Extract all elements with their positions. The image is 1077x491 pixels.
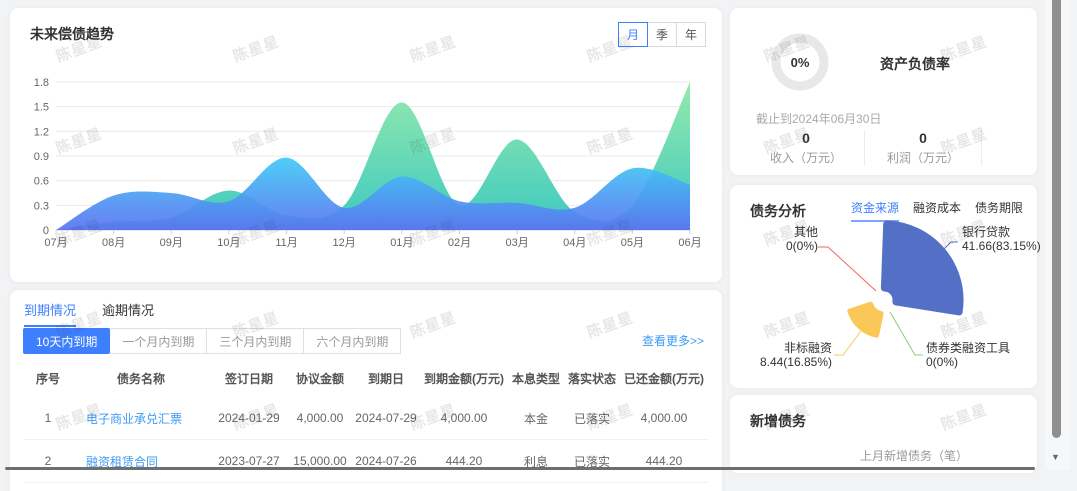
svg-text:02月: 02月 xyxy=(448,237,471,249)
svg-text:1.5: 1.5 xyxy=(34,102,49,114)
svg-text:12月: 12月 xyxy=(333,237,356,249)
maturity-filter-group: 10天内到期一个月内到期三个月内到期六个月内到期 xyxy=(24,328,401,354)
ratio-stat-1: 0 利润（万元） xyxy=(865,130,982,166)
table-header-cell: 到期金额(万元) xyxy=(420,364,508,397)
table-cell: 2024-07-29 xyxy=(352,411,420,425)
maturity-card: 到期情况逾期情况 10天内到期一个月内到期三个月内到期六个月内到期 查看更多>>… xyxy=(10,290,722,491)
pie-label-bank: 银行贷款41.66(83.15%) xyxy=(962,225,1041,253)
table-cell: 电子商业承兑汇票 xyxy=(72,410,210,427)
debt-name-link[interactable]: 电子商业承兑汇票 xyxy=(86,412,182,426)
pie-label-bond: 债券类融资工具0(0%) xyxy=(926,341,1010,369)
table-cell: 1 xyxy=(24,411,72,425)
table-cell: 本金 xyxy=(508,410,564,427)
window-bottom-border xyxy=(5,467,1035,470)
new-debt-title: 新增债务 xyxy=(750,411,806,431)
table-cell: 444.20 xyxy=(420,454,508,468)
svg-text:1.2: 1.2 xyxy=(34,126,49,138)
ratio-title: 资产负债率 xyxy=(880,54,950,74)
table-row: 1电子商业承兑汇票2024-01-294,000.002024-07-294,0… xyxy=(24,397,708,440)
period-tab-group: 月季年 xyxy=(619,22,706,47)
svg-text:01月: 01月 xyxy=(390,237,413,249)
svg-text:11月: 11月 xyxy=(275,237,297,249)
table-cell: 4,000.00 xyxy=(420,411,508,425)
svg-text:09月: 09月 xyxy=(160,237,183,249)
ratio-stat-value: 0 xyxy=(865,130,981,146)
maturity-tab-group: 到期情况逾期情况 xyxy=(24,300,154,327)
svg-text:05月: 05月 xyxy=(621,237,644,249)
trend-card-title: 未来偿债趋势 xyxy=(30,24,114,44)
trend-chart: 1.8 1.5 1.2 0.9 0.6 0.3 0 07月 08月 09月 10月 11月 12月 01… xyxy=(24,72,708,272)
table-header-row: 序号债务名称签订日期协议金额到期日到期金额(万元)本息类型落实状态已还金额(万元… xyxy=(24,364,708,397)
svg-text:06月: 06月 xyxy=(678,237,701,249)
table-row: 2融资租赁合同2023-07-2715,000.002024-07-26444.… xyxy=(24,440,708,483)
table-header-cell: 本息类型 xyxy=(508,364,564,397)
new-debt-card: 新增债务 上月新增债务（笔） xyxy=(730,395,1037,473)
ratio-stat-label: 收入（万元） xyxy=(748,149,864,166)
table-header-cell: 签订日期 xyxy=(210,364,288,397)
table-header-cell: 序号 xyxy=(24,364,72,397)
svg-text:1.8: 1.8 xyxy=(34,77,49,89)
new-debt-stat-label: 上月新增债务（笔） xyxy=(860,447,968,464)
filter-button-2[interactable]: 三个月内到期 xyxy=(206,328,304,354)
y-axis-labels: 1.8 1.5 1.2 0.9 0.6 0.3 0 xyxy=(34,77,49,237)
table-cell: 2023-07-27 xyxy=(210,454,288,468)
period-tab-0[interactable]: 月 xyxy=(618,22,648,47)
analysis-card: 债务分析 资金来源融资成本债务期限 其他0(0%) 银行贷款41.66(83.1… xyxy=(730,185,1037,388)
maturity-tab-1[interactable]: 逾期情况 xyxy=(102,300,154,327)
ratio-stat-label: 利润（万元） xyxy=(865,149,981,166)
table-header-cell: 协议金额 xyxy=(288,364,352,397)
svg-text:08月: 08月 xyxy=(102,237,125,249)
connector-bond xyxy=(890,312,923,355)
vertical-scrollbar-track[interactable]: ▼ xyxy=(1045,0,1070,470)
scrollbar-down-arrow-icon[interactable]: ▼ xyxy=(1051,452,1060,462)
pie-label-other: 其他0(0%) xyxy=(786,225,818,253)
ratio-donut-value: 0% xyxy=(770,32,830,92)
table-cell: 444.20 xyxy=(620,454,708,468)
svg-text:03月: 03月 xyxy=(505,237,528,249)
pie-slice-nonstandard[interactable] xyxy=(850,304,881,335)
svg-text:07月: 07月 xyxy=(44,237,67,249)
ratio-stat-0: 0 收入（万元） xyxy=(748,130,865,166)
ratio-stats: 0收入（万元）0利润（万元） xyxy=(748,130,982,166)
table-cell: 2 xyxy=(24,454,72,468)
connector-nonstandard xyxy=(834,331,861,355)
filter-button-0[interactable]: 10天内到期 xyxy=(23,328,110,354)
svg-text:0: 0 xyxy=(43,225,49,237)
table-header-cell: 已还金额(万元) xyxy=(620,364,708,397)
connector-other xyxy=(818,247,876,291)
ratio-stat-value: 0 xyxy=(748,130,864,146)
trend-card: 未来偿债趋势 月季年 1.8 1.5 1.2 0.9 0.6 0.3 0 07月 08月 09月… xyxy=(10,8,722,282)
svg-text:0.6: 0.6 xyxy=(34,176,49,188)
table-header-cell: 落实状态 xyxy=(564,364,620,397)
pie-label-nonstandard: 非标融资8.44(16.85%) xyxy=(760,341,832,369)
period-tab-2[interactable]: 年 xyxy=(676,22,706,47)
table-cell: 2024-01-29 xyxy=(210,411,288,425)
filter-button-3[interactable]: 六个月内到期 xyxy=(303,328,401,354)
table-header-cell: 债务名称 xyxy=(72,364,210,397)
table-cell: 2024-07-26 xyxy=(352,454,420,468)
svg-text:04月: 04月 xyxy=(563,237,586,249)
x-axis-labels: 07月 08月 09月 10月 11月 12月 01月 02月 03月 04月 05月 06月 xyxy=(44,237,701,249)
period-tab-1[interactable]: 季 xyxy=(647,22,677,47)
maturity-tab-0[interactable]: 到期情况 xyxy=(24,300,76,327)
vertical-scrollbar-thumb[interactable] xyxy=(1052,0,1061,438)
table-header-cell: 到期日 xyxy=(352,364,420,397)
svg-text:0.3: 0.3 xyxy=(34,200,49,212)
table-cell: 4,000.00 xyxy=(288,411,352,425)
pie-slice-bank[interactable] xyxy=(884,224,960,312)
view-more-link[interactable]: 查看更多>> xyxy=(642,332,704,349)
filter-button-1[interactable]: 一个月内到期 xyxy=(109,328,207,354)
dashboard-stage: 未来偿债趋势 月季年 1.8 1.5 1.2 0.9 0.6 0.3 0 07月 08月 09月… xyxy=(0,0,1077,491)
svg-text:10月: 10月 xyxy=(217,237,240,249)
table-cell: 4,000.00 xyxy=(620,411,708,425)
svg-text:0.9: 0.9 xyxy=(34,151,49,163)
table-cell: 已落实 xyxy=(564,410,620,427)
ratio-asof-date: 截止到2024年06月30日 xyxy=(756,110,881,127)
table-cell: 15,000.00 xyxy=(288,454,352,468)
debt-table: 序号债务名称签订日期协议金额到期日到期金额(万元)本息类型落实状态已还金额(万元… xyxy=(24,364,708,483)
ratio-card: 0% 资产负债率 截止到2024年06月30日 0收入（万元）0利润（万元） xyxy=(730,8,1037,175)
